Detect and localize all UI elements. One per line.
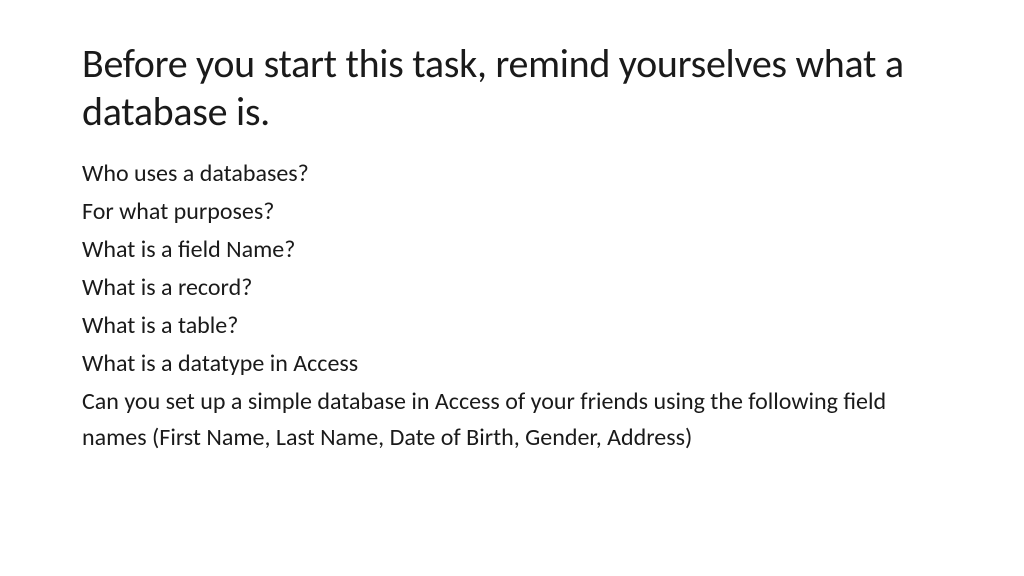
body-line: Who uses a databases? xyxy=(82,156,942,192)
body-line: What is a table? xyxy=(82,308,942,344)
body-line: What is a field Name? xyxy=(82,232,942,268)
body-line: What is a datatype in Access xyxy=(82,346,942,382)
body-line: Can you set up a simple database in Acce… xyxy=(82,384,942,456)
body-line: What is a record? xyxy=(82,270,942,306)
body-line: For what purposes? xyxy=(82,194,942,230)
slide-body: Who uses a databases? For what purposes?… xyxy=(82,156,942,456)
slide-title: Before you start this task, remind yours… xyxy=(82,40,942,136)
